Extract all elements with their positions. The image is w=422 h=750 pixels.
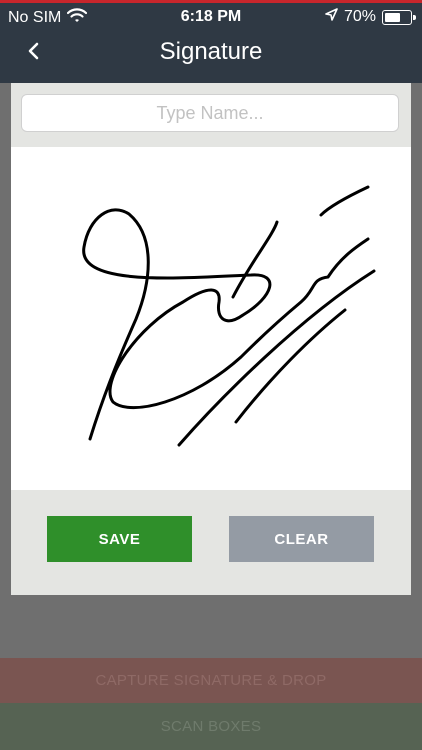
app-header: No SIM 6:18 PM 70% Signature	[0, 3, 422, 83]
status-right: 70%	[325, 8, 416, 26]
name-input[interactable]	[21, 94, 399, 132]
page-title: Signature	[159, 38, 263, 65]
battery-level-fill	[385, 12, 401, 22]
nav-bar: Signature	[0, 29, 422, 79]
signature-stroke	[82, 185, 376, 447]
battery-percent: 70%	[343, 8, 376, 25]
status-bar: No SIM 6:18 PM 70%	[0, 3, 422, 29]
capture-signature-button[interactable]: CAPTURE SIGNATURE & DROP	[0, 658, 422, 703]
clear-button[interactable]: CLEAR	[229, 516, 374, 562]
scan-boxes-button[interactable]: SCAN BOXES	[0, 703, 422, 750]
signature-modal: SAVE CLEAR	[11, 83, 411, 595]
battery-icon	[382, 9, 416, 25]
save-button[interactable]: SAVE	[47, 516, 192, 562]
location-arrow-icon	[325, 8, 338, 26]
signature-pad[interactable]	[11, 147, 411, 490]
